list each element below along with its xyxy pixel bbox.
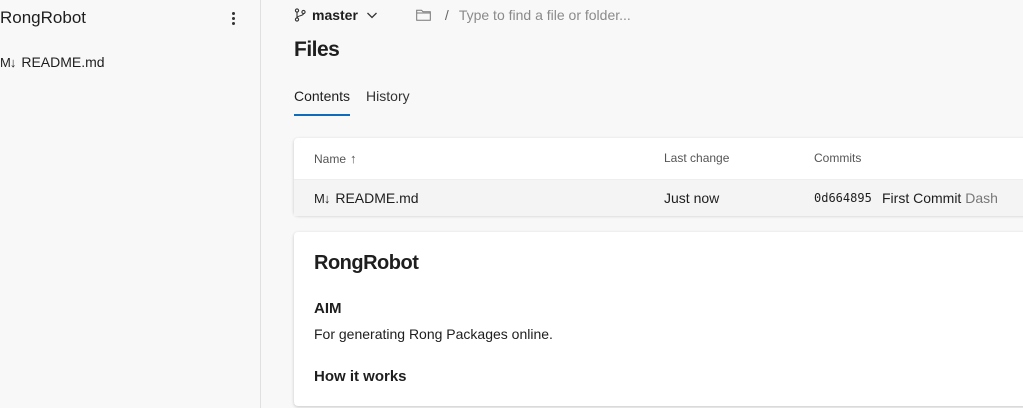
readme-heading-how-it-works: How it works: [314, 368, 407, 385]
readme-title: RongRobot: [314, 252, 419, 274]
tree-item-readme[interactable]: M↓ README.md: [0, 52, 105, 72]
repo-header: RongRobot: [0, 6, 250, 30]
tab-bar: Contents History: [294, 88, 426, 116]
markdown-icon: M↓: [0, 54, 16, 70]
file-search-input[interactable]: [458, 7, 759, 23]
sort-ascending-icon: ↑: [350, 151, 357, 166]
last-change-cell: Just now: [664, 190, 720, 206]
table-header: Name ↑ Last change Commits: [294, 138, 1023, 180]
branch-selector[interactable]: master: [294, 7, 378, 23]
file-name-cell[interactable]: M↓ README.md: [314, 190, 419, 206]
branch-icon: [294, 8, 306, 22]
readme-heading-aim: AIM: [314, 300, 342, 317]
table-row[interactable]: M↓ README.md Just now 0d664895 First Comm…: [294, 180, 1023, 216]
commit-hash-link[interactable]: 0d664895: [814, 191, 872, 205]
readme-preview: RongRobot AIM For generating Rong Packag…: [294, 232, 1023, 406]
branch-name: master: [312, 7, 358, 23]
files-table: Name ↑ Last change Commits M↓ README.md Ju…: [294, 138, 1023, 216]
main-content: master / Files Contents History Name↑ La…: [261, 0, 1023, 408]
column-header-last-change[interactable]: Last change: [664, 151, 729, 165]
commit-message: First Commit Dash: [882, 190, 998, 206]
tab-contents[interactable]: Contents: [294, 88, 351, 116]
readme-paragraph: For generating Rong Packages online.: [314, 326, 553, 342]
chevron-down-icon: [366, 12, 377, 19]
more-options-icon[interactable]: [224, 6, 242, 30]
tab-history[interactable]: History: [366, 88, 410, 116]
markdown-icon: M↓: [314, 191, 330, 206]
topbar: master /: [294, 4, 759, 26]
page-title: Files: [294, 38, 340, 61]
path-separator: /: [444, 7, 449, 23]
column-header-commits[interactable]: Commits: [814, 151, 861, 165]
tree-item-label: README.md: [21, 54, 105, 70]
sidebar: RongRobot M↓ README.md: [0, 0, 261, 408]
commit-author: Dash: [965, 190, 998, 206]
folder-icon: [416, 9, 431, 21]
column-header-name[interactable]: Name ↑: [314, 151, 357, 166]
repo-name[interactable]: RongRobot: [0, 8, 86, 28]
